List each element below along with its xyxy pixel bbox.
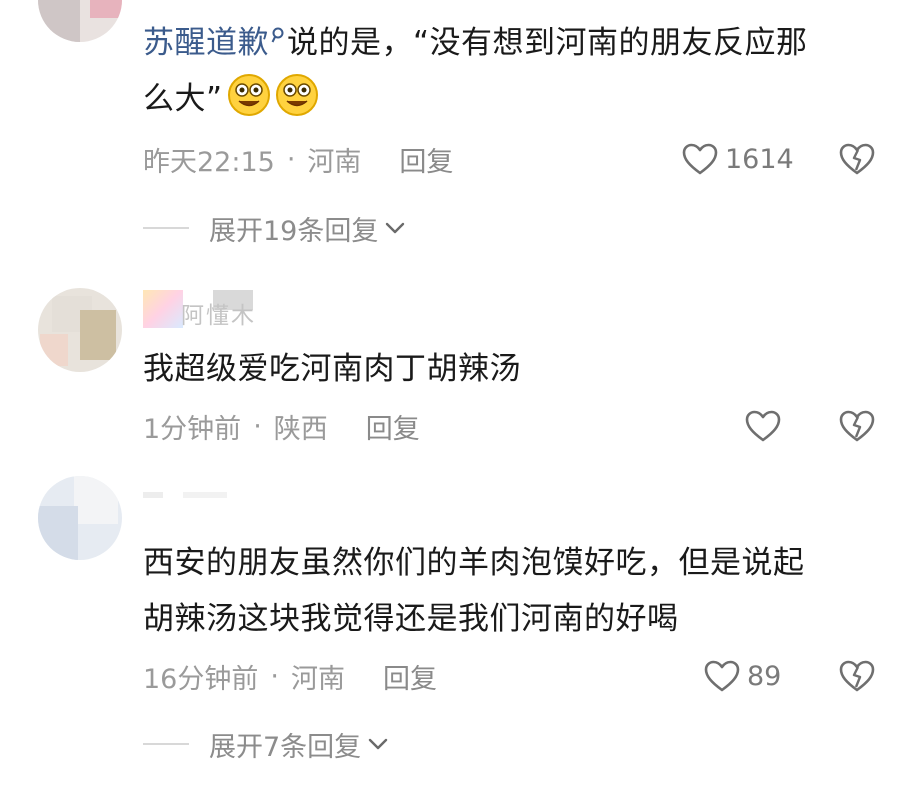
comment-text: 西安的朋友虽然你们的羊肉泡馍好吃，但是说起 [143,545,805,581]
smile-emoji-icon [275,74,318,116]
comment-text: 苏醒道歉 说的是，“没有想到河南的朋友反应那 [143,25,808,61]
heart-icon [682,143,718,175]
broken-heart-icon [839,660,875,692]
dislike-button[interactable] [838,140,876,178]
comment-meta: 昨天22:15 · 河南 回复 [143,140,453,178]
dislike-button[interactable] [838,657,876,695]
heart-icon [704,660,740,692]
chevron-down-icon [386,222,405,234]
reply-button[interactable]: 回复 [383,657,437,696]
comment-location: 陕西 [273,413,328,445]
broken-heart-icon [839,143,875,175]
expand-replies-label: 展开19条回复 [209,215,379,247]
comment-time: 16分钟前 [143,663,259,695]
like-count: 89 [747,660,782,692]
like-count: 1614 [725,143,794,175]
reply-button[interactable]: 回复 [366,407,420,446]
comment-location: 河南 [290,663,345,695]
separator-dot: · [253,410,262,442]
comment-text-line2: 胡辣汤这块我觉得还是我们河南的好喝 [143,601,679,637]
pin-icon [271,27,284,43]
comment-location: 河南 [307,146,362,178]
divider-line [143,743,189,745]
separator-dot: · [286,143,296,175]
reply-button[interactable]: 回复 [399,140,453,179]
comment-time: 1分钟前 [143,413,242,445]
expand-replies-button[interactable]: 展开7条回复 [143,724,389,764]
avatar[interactable] [38,288,122,372]
separator-dot: · [270,660,279,692]
expand-replies-button[interactable]: 展开19条回复 [143,208,406,248]
heart-icon [745,410,781,442]
author-name-blurred[interactable]: 阿懂木 [143,290,271,329]
comment-meta: 1分钟前 · 陕西 回复 [143,407,420,445]
comment-time: 昨天22:15 [143,146,275,178]
chevron-down-icon [368,738,388,750]
comment-author: 阿懂木 [181,303,256,329]
like-button[interactable]: 1614 [681,140,794,178]
broken-heart-icon [839,410,875,442]
comment-text: 我超级爱吃河南肉丁胡辣汤 [143,351,521,387]
comment-text-line2: 么大” [143,71,319,127]
divider-line [143,227,189,229]
avatar[interactable] [38,476,122,560]
like-button[interactable] [744,407,782,445]
smile-emoji-icon [227,74,270,116]
like-button[interactable]: 89 [703,657,781,695]
dislike-button[interactable] [838,407,876,445]
avatar[interactable] [38,0,122,42]
expand-replies-label: 展开7条回复 [209,731,362,763]
author-name-blurred[interactable] [143,488,233,514]
comment-meta: 16分钟前 · 河南 回复 [143,657,437,695]
mention-author[interactable]: 苏醒道歉 [143,25,269,61]
